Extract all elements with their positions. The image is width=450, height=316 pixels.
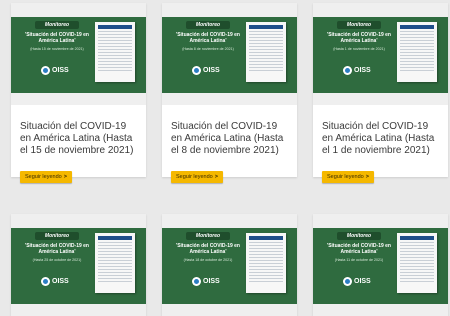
card-thumbnail-area[interactable]: Monitoreo 'Situación del COVID-19 en Amé… [11, 3, 146, 105]
article-card[interactable]: Monitoreo 'Situación del COVID-19 en Amé… [313, 3, 448, 183]
read-more-button[interactable]: Seguir leyendo > [171, 171, 223, 183]
card-caption: Situación del COVID-19 en América Latina… [11, 105, 146, 183]
read-more-button[interactable]: Seguir leyendo > [322, 171, 374, 183]
article-card[interactable]: Monitoreo 'Situación del COVID-19 en Amé… [162, 3, 297, 183]
oiss-logo-icon [192, 66, 201, 75]
oiss-logo-text: OISS [354, 278, 371, 285]
oiss-logo-text: OISS [52, 67, 69, 74]
card-title[interactable]: Situación del COVID-19 en América Latina… [322, 121, 439, 157]
article-grid: Monitoreo 'Situación del COVID-19 en Amé… [0, 0, 450, 316]
read-more-button[interactable]: Seguir leyendo > [20, 171, 72, 183]
oiss-logo: OISS [343, 277, 371, 286]
card-thumbnail-area[interactable]: Monitoreo 'Situación del COVID-19 en Amé… [313, 214, 448, 316]
oiss-logo-text: OISS [52, 278, 69, 285]
read-more-label: Seguir leyendo [176, 174, 213, 180]
card-caption: Situación del COVID-19 en América Latina… [162, 105, 297, 183]
card-thumbnail[interactable]: Monitoreo 'Situación del COVID-19 en Amé… [313, 17, 448, 93]
card-title[interactable]: Situación del COVID-19 en América Latina… [20, 121, 137, 157]
report-document-preview [246, 22, 286, 82]
thumbnail-badge: Monitoreo [186, 21, 230, 29]
oiss-logo-icon [41, 277, 50, 286]
read-more-label: Seguir leyendo [25, 174, 62, 180]
oiss-logo-text: OISS [203, 67, 220, 74]
oiss-logo-icon [343, 277, 352, 286]
chevron-right-icon: > [63, 174, 67, 180]
oiss-logo-icon [192, 277, 201, 286]
thumbnail-headline: 'Situación del COVID-19 en América Latin… [176, 32, 240, 44]
card-thumbnail-area[interactable]: Monitoreo 'Situación del COVID-19 en Amé… [162, 3, 297, 105]
oiss-logo: OISS [41, 66, 69, 75]
card-thumbnail[interactable]: Monitoreo 'Situación del COVID-19 en Amé… [313, 228, 448, 304]
thumbnail-date: (Hasta 18 de octubre de 2021) [183, 258, 233, 262]
oiss-logo-text: OISS [354, 67, 371, 74]
thumbnail-date: (Hasta 15 de noviembre de 2021) [30, 47, 84, 51]
thumbnail-headline: 'Situación del COVID-19 en América Latin… [327, 243, 391, 255]
thumbnail-headline: 'Situación del COVID-19 en América Latin… [25, 243, 89, 255]
article-card[interactable]: Monitoreo 'Situación del COVID-19 en Amé… [11, 214, 146, 316]
thumbnail-badge: Monitoreo [186, 232, 230, 240]
report-document-preview [397, 233, 437, 293]
thumbnail-date: (Hasta 11 de octubre de 2021) [334, 258, 384, 262]
oiss-logo-icon [41, 66, 50, 75]
article-card[interactable]: Monitoreo 'Situación del COVID-19 en Amé… [162, 214, 297, 316]
thumbnail-headline: 'Situación del COVID-19 en América Latin… [25, 32, 89, 44]
thumbnail-badge: Monitoreo [35, 232, 79, 240]
chevron-right-icon: > [214, 174, 218, 180]
thumbnail-date: (Hasta 8 de noviembre de 2021) [182, 47, 234, 51]
card-title[interactable]: Situación del COVID-19 en América Latina… [171, 121, 288, 157]
oiss-logo: OISS [192, 277, 220, 286]
card-thumbnail-area[interactable]: Monitoreo 'Situación del COVID-19 en Amé… [162, 214, 297, 316]
oiss-logo: OISS [41, 277, 69, 286]
oiss-logo: OISS [192, 66, 220, 75]
card-thumbnail-area[interactable]: Monitoreo 'Situación del COVID-19 en Amé… [11, 214, 146, 316]
oiss-logo-text: OISS [203, 278, 220, 285]
report-document-preview [95, 233, 135, 293]
card-thumbnail[interactable]: Monitoreo 'Situación del COVID-19 en Amé… [162, 228, 297, 304]
card-thumbnail-area[interactable]: Monitoreo 'Situación del COVID-19 en Amé… [313, 3, 448, 105]
card-thumbnail[interactable]: Monitoreo 'Situación del COVID-19 en Amé… [11, 228, 146, 304]
thumbnail-badge: Monitoreo [337, 21, 381, 29]
oiss-logo-icon [343, 66, 352, 75]
thumbnail-headline: 'Situación del COVID-19 en América Latin… [176, 243, 240, 255]
article-card[interactable]: Monitoreo 'Situación del COVID-19 en Amé… [313, 214, 448, 316]
chevron-right-icon: > [365, 174, 369, 180]
report-document-preview [95, 22, 135, 82]
thumbnail-headline: 'Situación del COVID-19 en América Latin… [327, 32, 391, 44]
report-document-preview [246, 233, 286, 293]
card-thumbnail[interactable]: Monitoreo 'Situación del COVID-19 en Amé… [11, 17, 146, 93]
report-document-preview [397, 22, 437, 82]
card-thumbnail[interactable]: Monitoreo 'Situación del COVID-19 en Amé… [162, 17, 297, 93]
article-card[interactable]: Monitoreo 'Situación del COVID-19 en Amé… [11, 3, 146, 183]
thumbnail-badge: Monitoreo [35, 21, 79, 29]
thumbnail-date: (Hasta 1 de noviembre de 2021) [333, 47, 385, 51]
thumbnail-badge: Monitoreo [337, 232, 381, 240]
card-caption: Situación del COVID-19 en América Latina… [313, 105, 448, 183]
thumbnail-date: (Hasta 25 de octubre de 2021) [32, 258, 82, 262]
read-more-label: Seguir leyendo [327, 174, 364, 180]
oiss-logo: OISS [343, 66, 371, 75]
